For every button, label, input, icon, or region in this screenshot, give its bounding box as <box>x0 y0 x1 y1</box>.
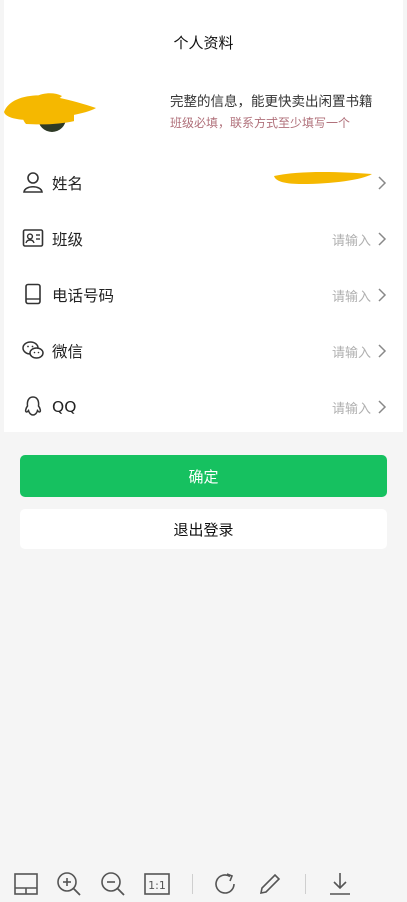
field-value-qq: 请输入 <box>331 401 371 417</box>
field-label-wechat: 微信 <box>52 343 84 361</box>
field-label-name: 姓名 <box>52 175 84 193</box>
viewer-toolbar: 1:1 <box>0 862 407 902</box>
download-icon[interactable] <box>326 870 354 898</box>
layout-icon[interactable] <box>12 870 40 898</box>
chevron-right-icon <box>378 400 387 414</box>
page-title: 个人资料 <box>173 34 234 52</box>
actual-size-icon[interactable]: 1:1 <box>143 870 171 898</box>
profile-hint-sub: 班级必填，联系方式至少填写一个 <box>170 116 351 130</box>
chevron-right-icon <box>378 344 387 358</box>
profile-hint-main: 完整的信息，能更快卖出闲置书籍 <box>170 94 373 110</box>
toolbar-divider <box>192 874 193 894</box>
rotate-icon[interactable] <box>212 870 240 898</box>
confirm-button[interactable]: 确定 <box>20 455 387 497</box>
field-label-class: 班级 <box>52 231 84 249</box>
user-icon <box>23 172 43 193</box>
qq-icon <box>24 396 42 416</box>
avatar-redaction <box>4 95 96 120</box>
edit-icon[interactable] <box>256 870 284 898</box>
field-label-phone: 电话号码 <box>52 287 115 305</box>
logout-button[interactable]: 退出登录 <box>20 509 387 549</box>
chevron-right-icon <box>378 176 387 190</box>
name-redaction <box>274 172 372 184</box>
id-card-icon <box>22 229 44 247</box>
field-row-wechat[interactable]: 微信 请输入 <box>4 323 403 379</box>
phone-icon <box>25 283 41 305</box>
zoom-in-icon[interactable] <box>55 870 83 898</box>
toolbar-divider <box>305 874 306 894</box>
field-value-class: 请输入 <box>331 233 371 249</box>
field-row-qq[interactable]: QQ 请输入 <box>4 379 403 435</box>
field-label-qq: QQ <box>52 398 77 416</box>
field-row-phone[interactable]: 电话号码 请输入 <box>4 267 403 323</box>
field-row-class[interactable]: 班级 请输入 <box>4 211 403 267</box>
wechat-icon <box>22 341 44 359</box>
field-value-wechat: 请输入 <box>331 345 371 361</box>
chevron-right-icon <box>378 232 387 246</box>
zoom-out-icon[interactable] <box>99 870 127 898</box>
field-value-phone: 请输入 <box>331 289 371 305</box>
actual-size-label: 1:1 <box>148 879 166 892</box>
chevron-right-icon <box>378 288 387 302</box>
